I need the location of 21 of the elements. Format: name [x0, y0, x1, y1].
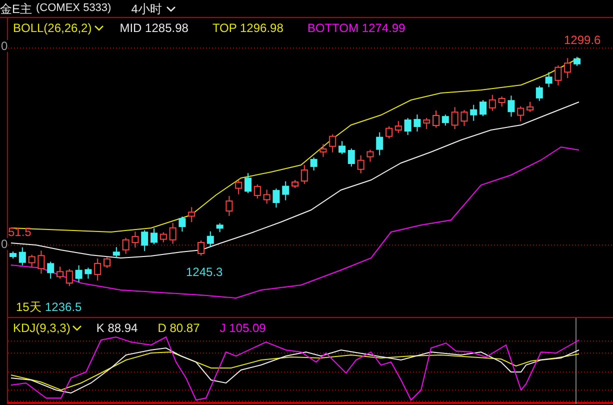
price-label: 15天	[16, 301, 42, 313]
indicator-reading: J 105.09	[220, 322, 266, 334]
indicator-reading: K 88.94	[96, 322, 138, 334]
exchange-code: (COMEX 5333)	[36, 3, 112, 14]
indicator-reading: D 80.87	[158, 322, 200, 334]
axis-label: 0	[1, 40, 8, 52]
indicator-reading: TOP 1296.98	[212, 22, 284, 34]
indicator-selector[interactable]: KDJ(9,3,3)	[13, 322, 82, 334]
chevron-down-icon[interactable]	[72, 325, 82, 331]
period-selector[interactable]: 4小时	[131, 2, 176, 14]
indicator-selector[interactable]: BOLL(26,26,2)	[13, 22, 104, 34]
chevron-down-icon[interactable]	[94, 25, 104, 31]
price-label: 1299.6	[564, 34, 601, 46]
price-label: 51.5	[8, 226, 32, 238]
indicator-reading: BOTTOM 1274.99	[307, 22, 406, 34]
price-label: 1245.3	[186, 266, 223, 278]
chevron-down-icon	[166, 6, 176, 12]
indicator-reading: MID 1285.98	[120, 22, 188, 34]
symbol-name: 金E主	[0, 2, 32, 14]
price-label: 1236.5	[45, 301, 82, 313]
axis-label: 0	[1, 238, 8, 250]
